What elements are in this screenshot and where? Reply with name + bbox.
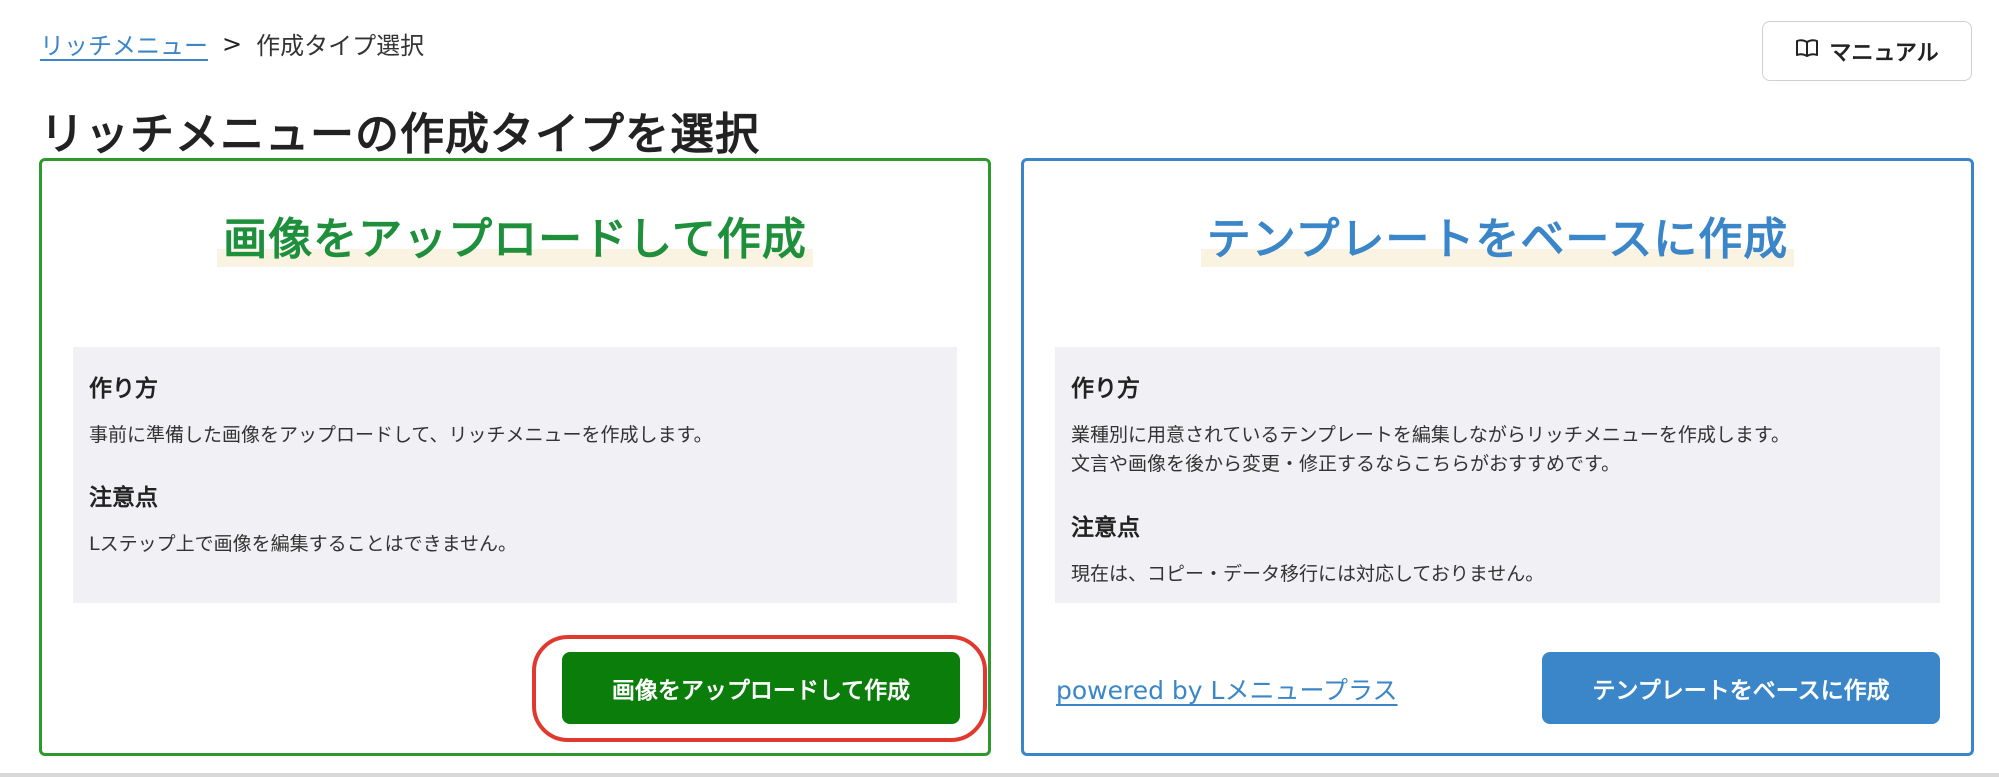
breadcrumb-link-rich-menu[interactable]: リッチメニュー	[40, 26, 208, 61]
manual-button-label: マニュアル	[1829, 41, 1939, 66]
template-create-button[interactable]: テンプレートをベースに作成	[1542, 652, 1940, 724]
template-card-title: テンプレートをベースに作成	[1024, 203, 1971, 267]
upload-how-heading: 作り方	[89, 376, 158, 402]
book-icon	[1795, 38, 1819, 64]
template-note-heading: 注意点	[1071, 514, 1140, 541]
template-how-text: 業種別に用意されているテンプレートを編集しながらリッチメニューを作成します。 文…	[1071, 424, 1790, 476]
breadcrumb-current: 作成タイプ選択	[256, 32, 425, 60]
template-info-box: 作り方 業種別に用意されているテンプレートを編集しながらリッチメニューを作成しま…	[1055, 347, 1940, 603]
upload-create-button[interactable]: 画像をアップロードして作成	[562, 652, 960, 724]
upload-note-text: Lステップ上で画像を編集することはできません。	[89, 533, 518, 556]
upload-card: 画像をアップロードして作成 作り方 事前に準備した画像をアップロードして、リッチ…	[39, 158, 991, 756]
powered-by-link[interactable]: powered by Lメニュープラス	[1056, 671, 1397, 707]
template-how-heading: 作り方	[1071, 376, 1140, 402]
bottom-divider	[0, 773, 1999, 777]
breadcrumb: リッチメニュー > 作成タイプ選択	[40, 26, 424, 61]
upload-card-title: 画像をアップロードして作成	[42, 203, 988, 267]
template-note-text: 現在は、コピー・データ移行には対応しておりません。	[1071, 562, 1545, 585]
upload-info-box: 作り方 事前に準備した画像をアップロードして、リッチメニューを作成します。 注意…	[73, 347, 957, 603]
page-title: リッチメニューの作成タイプを選択	[40, 109, 760, 160]
template-card: テンプレートをベースに作成 作り方 業種別に用意されているテンプレートを編集しな…	[1021, 158, 1974, 756]
manual-button[interactable]: マニュアル	[1762, 21, 1972, 81]
breadcrumb-separator: >	[222, 29, 243, 58]
upload-how-text: 事前に準備した画像をアップロードして、リッチメニューを作成します。	[89, 424, 713, 446]
upload-note-heading: 注意点	[89, 485, 158, 512]
